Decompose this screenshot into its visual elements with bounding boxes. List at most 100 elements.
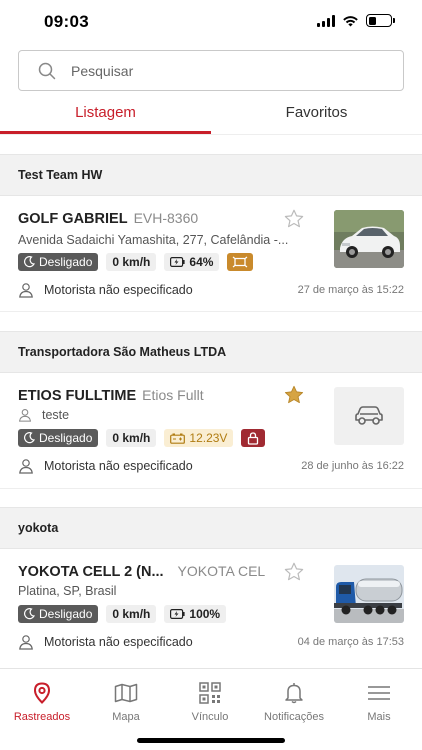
card-divider bbox=[0, 488, 422, 489]
map-icon bbox=[114, 683, 138, 703]
home-indicator bbox=[137, 738, 285, 743]
tab-divider bbox=[0, 134, 422, 135]
driver-name: Motorista não especificado bbox=[44, 635, 193, 649]
driver-row: Motorista não especificado 28 de junho à… bbox=[18, 458, 404, 474]
car-icon bbox=[355, 406, 383, 425]
speed-value: 0 km/h bbox=[112, 607, 151, 621]
vehicle-badges: Desligado 0 km/h 12.23V bbox=[18, 429, 266, 447]
moon-icon bbox=[24, 608, 35, 620]
driver-name: Motorista não especificado bbox=[44, 283, 193, 297]
search-box[interactable] bbox=[18, 50, 404, 91]
bell-icon bbox=[285, 683, 303, 704]
user-icon bbox=[19, 459, 33, 474]
battery-value: 100% bbox=[189, 607, 221, 621]
status-label: Desligado bbox=[39, 431, 93, 445]
tab-favoritos[interactable]: Favoritos bbox=[211, 96, 422, 134]
vehicle-plate: EVH-8360 bbox=[133, 210, 199, 226]
vehicle-address: Avenida Sadaichi Yamashita, 277, Cafelân… bbox=[18, 233, 289, 247]
vehicle-plate: Etios Fullt bbox=[142, 387, 204, 403]
status-badge: Desligado bbox=[18, 605, 99, 623]
nav-vinculo[interactable]: Vínculo bbox=[168, 681, 252, 723]
voltage-badge: 12.23V bbox=[164, 429, 234, 447]
speed-badge: 0 km/h bbox=[106, 253, 157, 271]
nav-label: Mapa bbox=[112, 711, 140, 723]
vehicle-title: ETIOS FULLTIME Etios Fullt bbox=[18, 387, 204, 404]
group-header: Transportadora São Matheus LTDA bbox=[0, 331, 422, 373]
battery-status-icon bbox=[366, 14, 395, 27]
vehicle-plate: YOKOTA CEL bbox=[177, 563, 266, 579]
device-badge bbox=[227, 253, 254, 271]
nav-notificacoes[interactable]: Notificações bbox=[252, 681, 336, 723]
tab-bar: Listagem Favoritos bbox=[0, 96, 422, 134]
battery-badge: 100% bbox=[164, 605, 227, 623]
battery-charging-icon bbox=[170, 609, 185, 619]
tab-listagem[interactable]: Listagem bbox=[0, 96, 211, 134]
voltage-value: 12.23V bbox=[189, 431, 228, 445]
last-update: 04 de março às 17:53 bbox=[297, 636, 404, 648]
qr-code-icon bbox=[199, 682, 221, 704]
nav-mapa[interactable]: Mapa bbox=[84, 681, 168, 723]
driver-row: Motorista não especificado 04 de março à… bbox=[18, 634, 404, 650]
nav-label: Notificações bbox=[264, 711, 324, 723]
lock-icon bbox=[248, 431, 259, 445]
device-frame-icon bbox=[233, 256, 248, 268]
user-icon bbox=[19, 635, 33, 650]
last-update: 28 de junho às 16:22 bbox=[301, 460, 404, 472]
status-badge: Desligado bbox=[18, 429, 99, 447]
menu-icon bbox=[368, 686, 390, 700]
star-filled-icon[interactable] bbox=[283, 384, 305, 406]
moon-icon bbox=[24, 432, 35, 444]
vehicle-title: GOLF GABRIEL EVH-8360 bbox=[18, 210, 198, 227]
user-icon bbox=[19, 283, 33, 298]
status-icons bbox=[317, 14, 395, 27]
last-update: 27 de março às 15:22 bbox=[297, 284, 404, 296]
nav-mais[interactable]: Mais bbox=[337, 681, 421, 723]
wifi-icon bbox=[343, 15, 358, 26]
vehicle-badges: Desligado 0 km/h 100% bbox=[18, 605, 227, 623]
card-divider bbox=[0, 311, 422, 312]
nav-label: Rastreados bbox=[13, 711, 71, 723]
battery-charging-icon bbox=[170, 257, 185, 267]
driver-name: Motorista não especificado bbox=[44, 459, 193, 473]
nav-rastreados[interactable]: Rastreados bbox=[0, 681, 84, 723]
vehicle-thumbnail-car-photo bbox=[334, 210, 404, 268]
status-label: Desligado bbox=[39, 607, 93, 621]
vehicle-badges: Desligado 0 km/h 64% bbox=[18, 253, 254, 271]
status-bar: 09:03 bbox=[0, 0, 422, 44]
vehicle-thumbnail-placeholder bbox=[334, 387, 404, 445]
vehicle-name: ETIOS FULLTIME bbox=[18, 388, 137, 404]
vehicle-card[interactable]: YOKOTA CELL 2 (N... YOKOTA CEL Platina, S… bbox=[0, 549, 422, 664]
search-icon bbox=[37, 61, 57, 81]
nav-label: Vínculo bbox=[191, 711, 229, 723]
group-header: yokota bbox=[0, 507, 422, 549]
star-outline-icon[interactable] bbox=[283, 561, 305, 583]
vehicle-thumbnail-truck-photo bbox=[334, 565, 404, 623]
vehicle-card[interactable]: GOLF GABRIEL EVH-8360 Avenida Sadaichi Ya… bbox=[0, 196, 422, 311]
vehicle-card[interactable]: ETIOS FULLTIME Etios Fullt teste Desligad… bbox=[0, 373, 422, 488]
user-outline-icon bbox=[18, 409, 32, 422]
speed-value: 0 km/h bbox=[112, 255, 151, 269]
vehicle-title: YOKOTA CELL 2 (N... YOKOTA CEL bbox=[18, 563, 265, 580]
vehicle-name: YOKOTA CELL 2 (N... bbox=[18, 564, 164, 580]
star-outline-icon[interactable] bbox=[283, 208, 305, 230]
moon-icon bbox=[24, 256, 35, 268]
search-input[interactable] bbox=[71, 62, 371, 79]
car-battery-icon bbox=[170, 433, 186, 444]
status-label: Desligado bbox=[39, 255, 93, 269]
status-badge: Desligado bbox=[18, 253, 99, 271]
vehicle-address: teste bbox=[42, 408, 70, 422]
speed-badge: 0 km/h bbox=[106, 605, 157, 623]
signal-icon bbox=[317, 14, 335, 27]
speed-badge: 0 km/h bbox=[106, 429, 157, 447]
status-time: 09:03 bbox=[44, 12, 89, 31]
vehicle-address: Platina, SP, Brasil bbox=[18, 584, 117, 598]
group-header: Test Team HW bbox=[0, 154, 422, 196]
vehicle-name: GOLF GABRIEL bbox=[18, 211, 128, 227]
battery-value: 64% bbox=[189, 255, 214, 269]
driver-row: Motorista não especificado 27 de março à… bbox=[18, 282, 404, 298]
lock-badge bbox=[241, 429, 266, 447]
nav-label: Mais bbox=[367, 711, 391, 723]
location-pin-icon bbox=[33, 682, 51, 704]
speed-value: 0 km/h bbox=[112, 431, 151, 445]
battery-badge: 64% bbox=[164, 253, 220, 271]
